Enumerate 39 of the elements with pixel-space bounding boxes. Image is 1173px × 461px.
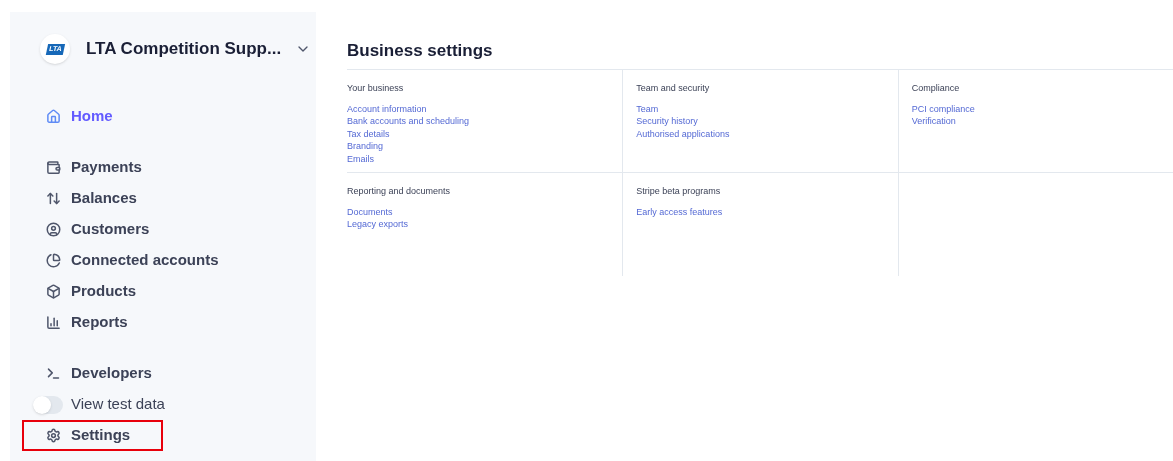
nav-item[interactable]: Payments: [46, 156, 142, 179]
settings-link[interactable]: Documents: [347, 205, 393, 218]
settings-link[interactable]: Branding: [347, 140, 384, 153]
nav-item[interactable]: Connected accounts: [46, 249, 219, 272]
settings-link[interactable]: Legacy exports: [347, 218, 409, 231]
section-title: Reporting and documents: [347, 185, 452, 198]
settings-link[interactable]: Early access features: [636, 205, 723, 218]
wallet-icon: [46, 160, 61, 175]
account-name[interactable]: LTA Competition Supp...: [86, 36, 282, 62]
settings-link[interactable]: Verification: [911, 115, 956, 128]
settings-link[interactable]: Security history: [636, 115, 698, 128]
home-icon: [46, 109, 61, 124]
toggle-label: View test data: [71, 394, 165, 415]
settings-link[interactable]: Bank accounts and scheduling: [347, 115, 470, 128]
settings-link[interactable]: Account information: [347, 102, 427, 115]
nav-item[interactable]: Balances: [46, 187, 137, 210]
section-title: Compliance: [911, 82, 961, 95]
section-title: Your business: [347, 82, 405, 95]
settings-link[interactable]: Team: [636, 102, 659, 115]
bar-chart-icon: [46, 315, 61, 330]
user-icon: [46, 222, 61, 237]
nav-item[interactable]: Products: [46, 280, 136, 303]
settings-icon: [46, 428, 61, 443]
terminal-icon: [46, 366, 61, 381]
nav-item[interactable]: Customers: [46, 218, 150, 241]
pie-chart-icon: [46, 253, 61, 268]
arrows-icon: [46, 191, 61, 206]
nav-item[interactable]: Reports: [46, 311, 128, 334]
nav-item[interactable]: Home: [46, 105, 113, 128]
page-title: Business settings: [347, 40, 494, 58]
box-icon: [46, 284, 61, 299]
section-title: Team and security: [636, 82, 711, 95]
toggle-switch[interactable]: [33, 395, 63, 414]
settings-link[interactable]: PCI compliance: [911, 102, 975, 115]
nav-item[interactable]: Developers: [46, 362, 152, 385]
section-title: Stripe beta programs: [636, 185, 722, 198]
settings-link[interactable]: Tax details: [347, 127, 390, 140]
settings-link[interactable]: Emails: [347, 152, 374, 165]
settings-link[interactable]: Authorised applications: [636, 127, 730, 140]
